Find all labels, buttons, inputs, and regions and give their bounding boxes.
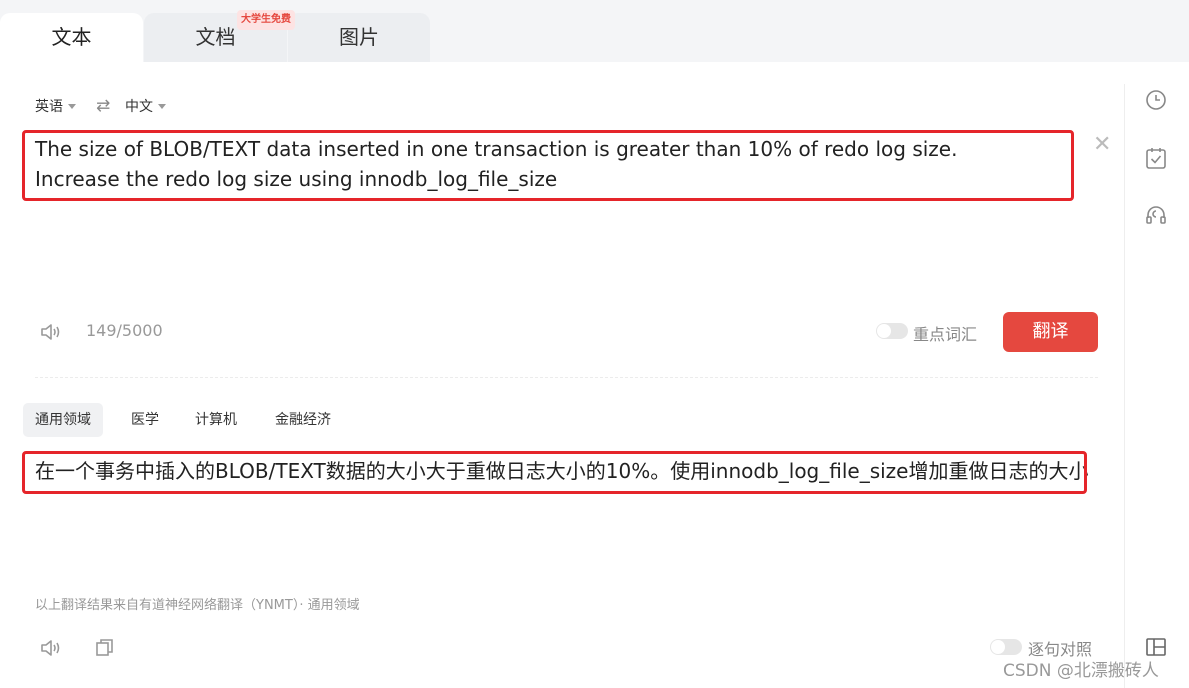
headset-icon[interactable] (1144, 203, 1168, 231)
target-language-select[interactable]: 中文 (125, 96, 166, 116)
speaker-icon[interactable] (38, 320, 64, 348)
clear-input-icon[interactable]: ✕ (1093, 132, 1111, 157)
section-divider (35, 377, 1098, 378)
target-language-label: 中文 (125, 99, 153, 115)
sentence-align-toggle[interactable] (990, 639, 1022, 655)
source-language-select[interactable]: 英语 (35, 96, 76, 116)
domain-tab-finance[interactable]: 金融经济 (275, 403, 331, 437)
checklist-icon[interactable] (1145, 146, 1167, 174)
domain-tab-computer[interactable]: 计算机 (195, 403, 237, 437)
caret-down-icon (68, 103, 76, 109)
key-terms-label: 重点词汇 (913, 325, 978, 344)
key-terms-toggle[interactable] (876, 323, 908, 339)
tab-image[interactable]: 图片 (288, 13, 430, 62)
copy-icon[interactable] (94, 637, 116, 663)
csdn-watermark: CSDN @北漂搬砖人 (1003, 661, 1159, 681)
highlight-box-source (22, 130, 1074, 201)
domain-tab-medical[interactable]: 医学 (131, 403, 159, 437)
translation-source-note: 以上翻译结果来自有道神经网络翻译（YNMT）· 通用领域 (35, 598, 360, 613)
sidebar-divider (1124, 84, 1125, 688)
free-for-students-badge: 大学生免费 (237, 10, 295, 30)
tab-text[interactable]: 文本 (0, 13, 143, 62)
domain-tab-general[interactable]: 通用领域 (23, 403, 103, 437)
swap-languages-icon[interactable]: ⇄ (96, 96, 110, 116)
highlight-box-output (22, 451, 1087, 494)
history-icon[interactable] (1145, 89, 1167, 115)
translate-button[interactable]: 翻译 (1003, 312, 1098, 352)
speaker-icon[interactable] (38, 636, 64, 664)
source-language-label: 英语 (35, 99, 63, 115)
character-count: 149/5000 (86, 321, 163, 340)
caret-down-icon (158, 103, 166, 109)
